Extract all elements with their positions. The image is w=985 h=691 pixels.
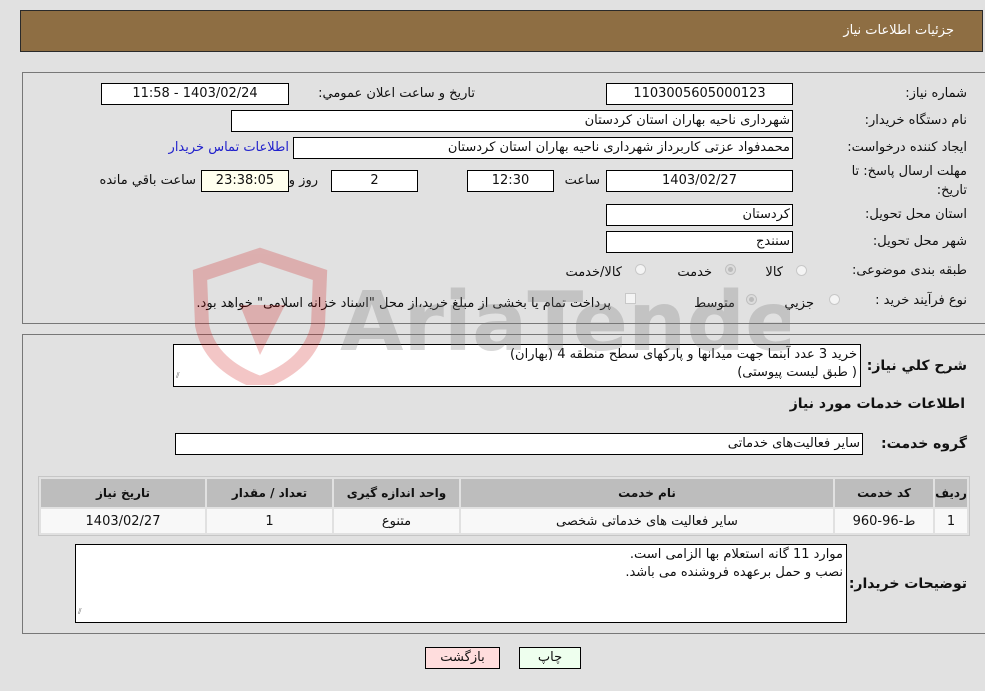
city-label: شهر محل تحویل: bbox=[872, 234, 967, 249]
process-minor-label: جزيي bbox=[784, 296, 814, 311]
announce-date-field[interactable]: 1403/02/24 - 11:58 bbox=[101, 83, 289, 105]
resize-grip-icon[interactable]: ⫽ bbox=[176, 367, 180, 385]
category-goods-service-radio[interactable] bbox=[635, 264, 646, 275]
announce-date-label: تاریخ و ساعت اعلان عمومي: bbox=[318, 86, 475, 101]
col-header-service-code: کد خدمت bbox=[835, 479, 933, 507]
print-button[interactable]: چاپ bbox=[519, 647, 581, 669]
col-header-row-number: ردیف bbox=[935, 479, 967, 507]
process-type-label: نوع فرآیند خرید : bbox=[875, 293, 967, 308]
cell-row-number: 1 bbox=[935, 509, 967, 533]
category-label: طبقه بندی موضوعی: bbox=[851, 263, 967, 278]
back-button[interactable]: بازگشت bbox=[425, 647, 500, 669]
category-goods-service-label: کالا/خدمت bbox=[565, 265, 622, 280]
page-header: جزئیات اطلاعات نیاز bbox=[20, 10, 983, 52]
treasury-note: پرداخت تمام یا بخشی از مبلغ خرید،از محل … bbox=[196, 296, 611, 311]
service-group-field[interactable]: سایر فعالیت‌های خدماتی bbox=[175, 433, 863, 455]
days-label: روز و bbox=[288, 173, 318, 188]
buyer-notes-label: توضیحات خریدار: bbox=[848, 576, 967, 592]
description-textarea[interactable]: خرید 3 عدد آبنما جهت میدانها و پارکهای س… bbox=[173, 344, 861, 387]
col-header-unit: واحد اندازه گیری bbox=[334, 479, 459, 507]
description-line-1: خرید 3 عدد آبنما جهت میدانها و پارکهای س… bbox=[509, 347, 857, 362]
deadline-label-line2: تاریخ: bbox=[936, 183, 967, 198]
services-table: ردیف کد خدمت نام خدمت واحد اندازه گیری ت… bbox=[38, 476, 970, 536]
resize-grip-icon[interactable]: ⫽ bbox=[78, 603, 82, 621]
category-service-radio[interactable] bbox=[725, 264, 736, 275]
treasury-checkbox[interactable] bbox=[625, 293, 636, 304]
deadline-time-field[interactable]: 12:30 bbox=[467, 170, 554, 192]
col-header-need-date: تاریخ نیاز bbox=[41, 479, 205, 507]
service-group-label: گروه خدمت: bbox=[881, 436, 967, 452]
buyer-org-label: نام دستگاه خریدار: bbox=[864, 113, 967, 128]
cell-quantity: 1 bbox=[207, 509, 332, 533]
days-remaining-field[interactable]: 2 bbox=[331, 170, 418, 192]
buyer-org-field[interactable]: شهرداری ناحیه بهاران استان کردستان bbox=[231, 110, 793, 132]
cell-service-name: سایر فعالیت های خدماتی شخصی bbox=[461, 509, 833, 533]
description-line-2: ( طبق لیست پیوستی) bbox=[737, 365, 857, 380]
deadline-date-field[interactable]: 1403/02/27 bbox=[606, 170, 793, 192]
need-number-label: شماره نیاز: bbox=[905, 86, 967, 101]
buyer-notes-line-2: نصب و حمل برعهده فروشنده می باشد. bbox=[625, 565, 843, 580]
services-section-title: اطلاعات خدمات مورد نیاز bbox=[789, 396, 965, 412]
city-field[interactable]: سنندج bbox=[606, 231, 793, 253]
process-medium-radio[interactable] bbox=[746, 294, 757, 305]
page-title: جزئیات اطلاعات نیاز bbox=[843, 23, 954, 38]
creator-label: ایجاد کننده درخواست: bbox=[847, 140, 967, 155]
table-row: 1 ط-96-960 سایر فعالیت های خدماتی شخصی م… bbox=[41, 509, 967, 533]
remaining-time-field[interactable]: 23:38:05 bbox=[201, 170, 289, 192]
description-label: شرح کلي نیاز: bbox=[866, 358, 967, 374]
cell-need-date: 1403/02/27 bbox=[41, 509, 205, 533]
process-minor-radio[interactable] bbox=[829, 294, 840, 305]
col-header-service-name: نام خدمت bbox=[461, 479, 833, 507]
category-goods-label: کالا bbox=[765, 265, 783, 280]
category-goods-radio[interactable] bbox=[796, 265, 807, 276]
need-number-field[interactable]: 1103005605000123 bbox=[606, 83, 793, 105]
deadline-label-line1: مهلت ارسال پاسخ: تا bbox=[851, 164, 967, 179]
process-medium-label: متوسط bbox=[694, 296, 735, 311]
creator-field[interactable]: محمدفواد عزتی کاربرداز شهرداری ناحیه بها… bbox=[293, 137, 793, 159]
buyer-contact-link[interactable]: اطلاعات تماس خریدار bbox=[169, 140, 289, 155]
buyer-notes-textarea[interactable]: موارد 11 گانه استعلام بها الزامی است. نص… bbox=[75, 544, 847, 623]
category-service-label: خدمت bbox=[677, 265, 712, 280]
cell-unit: متنوع bbox=[334, 509, 459, 533]
cell-service-code: ط-96-960 bbox=[835, 509, 933, 533]
deadline-time-label: ساعت bbox=[564, 173, 600, 188]
province-field[interactable]: کردستان bbox=[606, 204, 793, 226]
province-label: استان محل تحویل: bbox=[865, 207, 967, 222]
remaining-time-label: ساعت باقي مانده bbox=[99, 173, 196, 188]
buyer-notes-line-1: موارد 11 گانه استعلام بها الزامی است. bbox=[629, 547, 843, 562]
col-header-quantity: تعداد / مقدار bbox=[207, 479, 332, 507]
table-header-row: ردیف کد خدمت نام خدمت واحد اندازه گیری ت… bbox=[41, 479, 967, 507]
